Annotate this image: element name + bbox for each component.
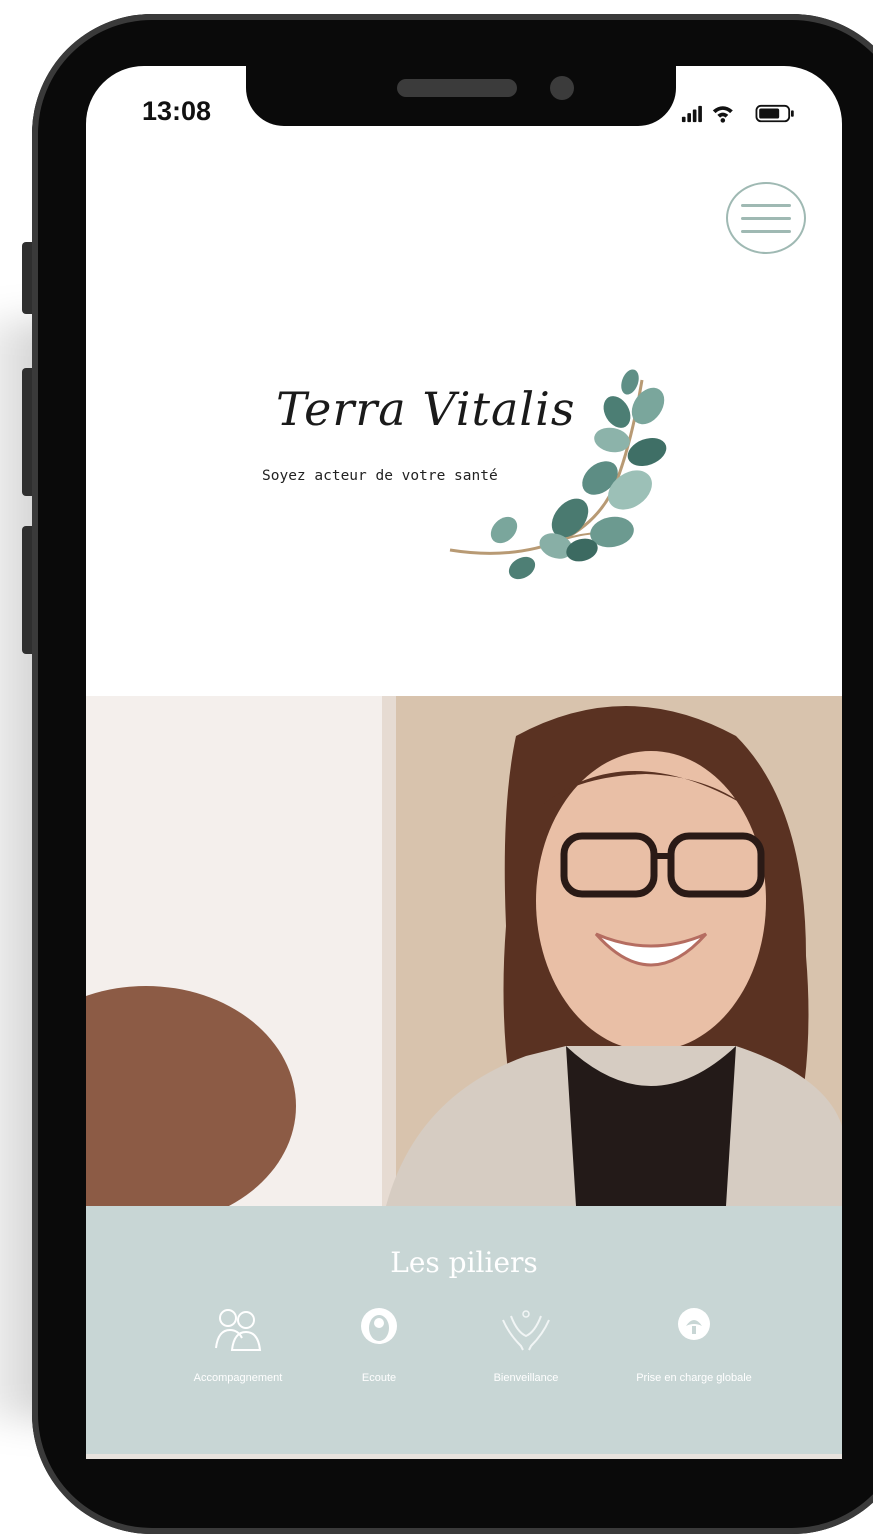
pillar-ecoute[interactable]: Ecoute	[344, 1306, 414, 1384]
pillar-label: Bienveillance	[493, 1372, 559, 1384]
status-time: 13:08	[142, 96, 212, 126]
eucalyptus-branch-icon	[449, 369, 667, 580]
pillar-label: Accompagnement	[193, 1372, 283, 1384]
wifi-icon	[712, 106, 733, 123]
hands-icon	[502, 1310, 550, 1351]
front-camera	[550, 76, 574, 100]
battery-icon	[755, 104, 794, 123]
pillars-title: Les piliers	[390, 1246, 538, 1279]
holistic-care-icon	[678, 1308, 710, 1340]
pillar-accompagnement[interactable]: Accompagnement	[176, 1306, 300, 1384]
speaker-grille	[397, 79, 517, 97]
menu-line	[741, 229, 791, 233]
pillar-prise-en-charge[interactable]: Prise en charge globale	[616, 1306, 772, 1384]
status-icons	[681, 104, 794, 123]
pillars-section: Les piliers Accompagnement Ecoute Bienve…	[86, 1206, 842, 1454]
people-icon	[215, 1309, 262, 1351]
next-section-edge	[86, 1454, 842, 1459]
menu-line	[741, 203, 791, 207]
pillar-label: Ecoute	[361, 1372, 397, 1384]
menu-button[interactable]	[726, 182, 806, 254]
signal-icon	[681, 105, 702, 123]
menu-line	[741, 216, 791, 220]
listening-face-icon	[361, 1308, 397, 1344]
hero-photo	[86, 696, 842, 1206]
pillar-label: Prise en charge globale	[636, 1372, 752, 1384]
pillar-bienveillance[interactable]: Bienveillance	[476, 1306, 576, 1384]
terra-vitalis-logo[interactable]: Terra Vitalis Soyez acteur de votre sant…	[256, 360, 686, 590]
hero-image	[86, 696, 842, 1206]
